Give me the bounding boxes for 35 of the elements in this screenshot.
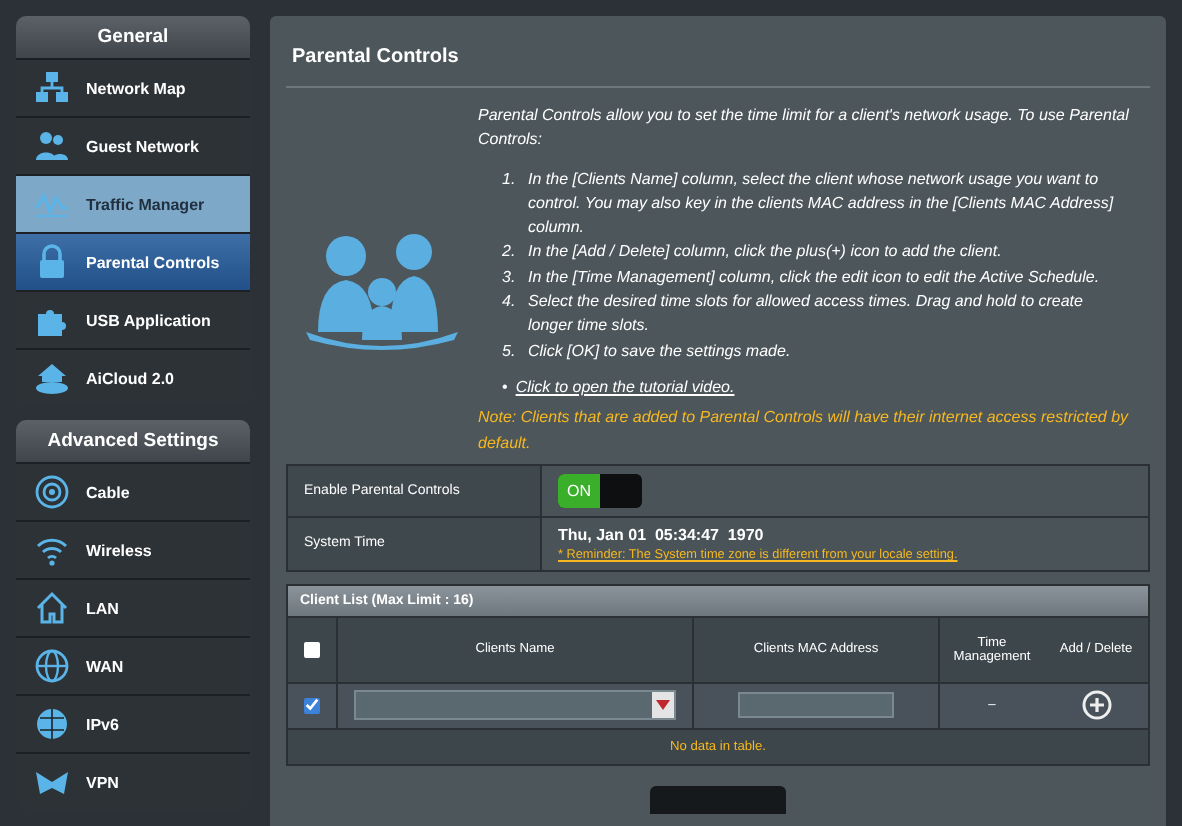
toggle-on-label: ON	[558, 473, 600, 508]
menu-item[interactable]: Parental Controls	[16, 232, 250, 290]
globe-grid-icon	[34, 706, 70, 742]
instruction-step: In the [Clients Name] column, select the client whose network usage you want to control. You may also key in the clients MAC address in the [Clients MAC Address] column.	[528, 167, 1130, 241]
concentric-circles-icon	[34, 474, 70, 510]
globe-icon	[34, 648, 70, 684]
intro-text: Parental Controls allow you to set the time limit for a client's network usage. To use Parental Controls:	[478, 104, 1130, 153]
people-icon	[34, 128, 70, 164]
network-map-icon	[34, 70, 70, 106]
bullet-mark: •	[502, 375, 508, 400]
instruction-step: Select the desired time slots for allowed access times. Drag and hold to create longer time slots.	[528, 290, 1130, 340]
house-icon	[34, 590, 70, 626]
step-number: 1.	[502, 167, 518, 192]
section-header: General	[16, 16, 250, 58]
tutorial-link[interactable]: Click to open the tutorial video.	[515, 375, 735, 401]
cloud-house-icon	[34, 360, 70, 396]
page-title: Parental Controls	[286, 16, 1150, 88]
step-number: 5.	[502, 339, 518, 364]
instruction-step: Click [OK] to save the settings made.	[528, 339, 791, 364]
dropdown-caret-icon[interactable]	[656, 700, 670, 711]
step-number: 3.	[502, 265, 518, 290]
client-name-dropdown[interactable]	[354, 690, 676, 721]
instruction-step: In the [Time Management] column, click the edit icon to edit the Active Schedule.	[528, 265, 1100, 291]
checkbox[interactable]	[304, 641, 320, 658]
padlock-icon	[34, 244, 70, 280]
instruction-step: In the [Add / Delete] column, click the plus(+) icon to add the client.	[528, 240, 1002, 266]
mac-address-field[interactable]	[738, 692, 894, 719]
system-time: Thu, Jan 01 05:34:47 1970	[558, 525, 766, 544]
add-icon[interactable]	[1081, 690, 1111, 721]
note-text: Note: Clients that are added to Parental Controls will have their internet access restricted by default.	[478, 406, 1130, 456]
step-number: 2.	[502, 240, 518, 265]
step-number: 4.	[502, 290, 518, 315]
section-header: Advanced Settings	[16, 420, 250, 462]
menu-item[interactable]: Traffic Manager	[16, 174, 250, 232]
checkbox[interactable]	[304, 697, 320, 714]
